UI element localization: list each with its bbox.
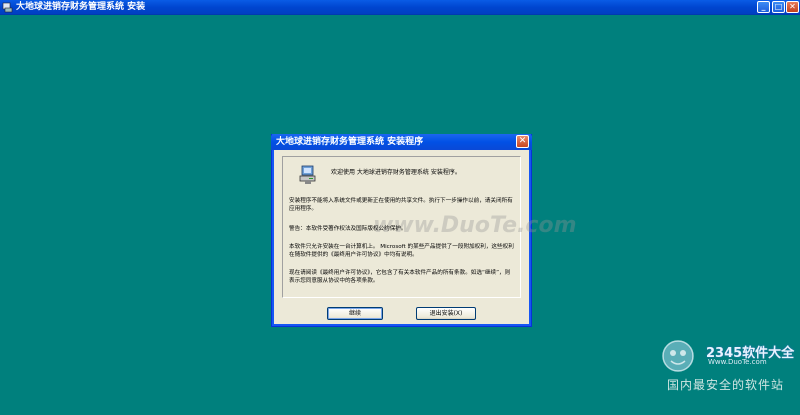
main-title-bar[interactable]: 大地球进销存财务管理系统 安装 _ □ ✕ xyxy=(0,0,800,15)
computer-setup-icon xyxy=(299,165,316,184)
close-button[interactable]: ✕ xyxy=(786,1,799,13)
notice-paragraph: 安装程序不能将入系统文件或更新正在使用的共享文件。执行下一步操作以前，请关闭所有… xyxy=(289,198,513,212)
license-paragraph: 本软件只允许安装在一台计算机上。 Microsoft 的某些产品提供了一段附加权… xyxy=(289,244,514,258)
eula-paragraph: 现在请阅读《最终用户许可协议》，它包含了有关本软件产品的所有条款。如选“继续”，… xyxy=(289,270,511,284)
mascot-icon xyxy=(662,340,694,372)
site-slogan: 国内最安全的软件站 xyxy=(667,378,785,392)
dialog-title-bar[interactable]: 大地球进销存财务管理系统 安装程序 ✕ xyxy=(271,134,532,150)
minimize-button[interactable]: _ xyxy=(757,1,770,13)
maximize-button[interactable]: □ xyxy=(772,1,785,13)
installer-dialog: 大地球进销存财务管理系统 安装程序 ✕ 欢迎使用 大地球进销存财务管理系统 安装… xyxy=(271,134,577,327)
copyright-warning: 警告：本软件受著作权法及国际版权公约保护。 xyxy=(289,226,407,232)
main-window-title: 大地球进销存财务管理系统 安装 xyxy=(16,2,146,12)
welcome-text: 欢迎使用 大地球进销存财务管理系统 安装程序。 xyxy=(331,169,461,176)
continue-button[interactable]: 继续 xyxy=(327,307,383,320)
dialog-title: 大地球进销存财务管理系统 安装程序 xyxy=(276,137,424,147)
dialog-content-panel: 欢迎使用 大地球进销存财务管理系统 安装程序。 www.DuoTe.com 安装… xyxy=(282,156,577,298)
dialog-close-button[interactable]: ✕ xyxy=(516,135,529,148)
site-url-text: Www.DuoTe.com xyxy=(708,358,767,366)
exit-setup-button[interactable]: 退出安装(X) xyxy=(416,307,476,320)
setup-app-icon xyxy=(2,2,13,13)
